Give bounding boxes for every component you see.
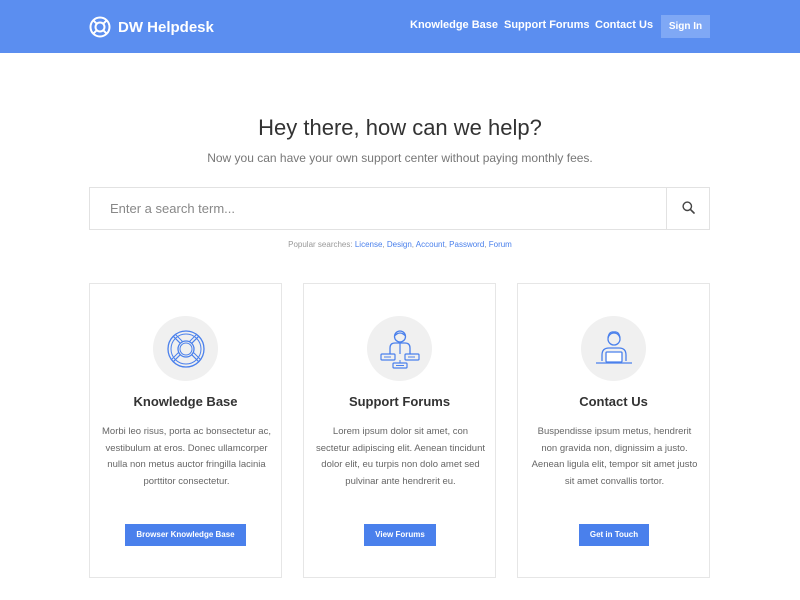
card-title: Knowledge Base: [133, 394, 238, 409]
popular-searches-label: Popular searches:: [288, 240, 353, 249]
nav-link-contact-us[interactable]: Contact Us: [595, 19, 653, 31]
card-contact-us: Contact Us Buspendisse ipsum metus, hend…: [517, 283, 710, 578]
card-support-forums: Support Forums Lorem ipsum dolor sit ame…: [303, 283, 496, 578]
search-input[interactable]: [90, 188, 667, 229]
popular-searches: Popular searches: License, Design, Accou…: [288, 240, 512, 249]
popular-term-license[interactable]: License: [355, 240, 383, 249]
search-button[interactable]: [666, 188, 709, 229]
card-title: Contact Us: [579, 394, 648, 409]
card-description: Buspendisse ipsum metus, hendrerit non g…: [531, 426, 698, 487]
card-description: Morbi leo risus, porta ac bonsectetur ac…: [102, 426, 271, 487]
forum-user-icon: [367, 316, 432, 381]
popular-term-password[interactable]: Password: [449, 240, 484, 249]
search-icon: [681, 200, 695, 217]
popular-term-design[interactable]: Design: [387, 240, 412, 249]
brand-name: DW Helpdesk: [118, 18, 214, 36]
lifebuoy-icon: [153, 316, 218, 381]
lifebuoy-icon: [89, 16, 111, 38]
page-subtitle: Now you can have your own support center…: [207, 151, 593, 165]
navbar: DW Helpdesk Knowledge Base Support Forum…: [0, 0, 800, 53]
popular-term-forum[interactable]: Forum: [489, 240, 512, 249]
support-agent-icon: [581, 316, 646, 381]
nav-link-knowledge-base[interactable]: Knowledge Base: [410, 19, 498, 31]
card-knowledge-base: Knowledge Base Morbi leo risus, porta ac…: [89, 283, 282, 578]
brand-link[interactable]: DW Helpdesk: [89, 15, 214, 39]
card-title: Support Forums: [348, 394, 451, 409]
popular-term-account[interactable]: Account: [416, 240, 445, 249]
page-title: Hey there, how can we help?: [258, 115, 542, 140]
view-forums-button[interactable]: View Forums: [364, 524, 436, 546]
get-in-touch-button[interactable]: Get in Touch: [579, 524, 649, 546]
card-description: Lorem ipsum dolor sit amet, con sectetur…: [316, 426, 485, 487]
sign-in-button[interactable]: Sign In: [661, 15, 710, 38]
search-bar: [89, 187, 710, 230]
browse-knowledge-base-button[interactable]: Browser Knowledge Base: [125, 524, 246, 546]
nav-link-support-forums[interactable]: Support Forums: [504, 19, 590, 31]
